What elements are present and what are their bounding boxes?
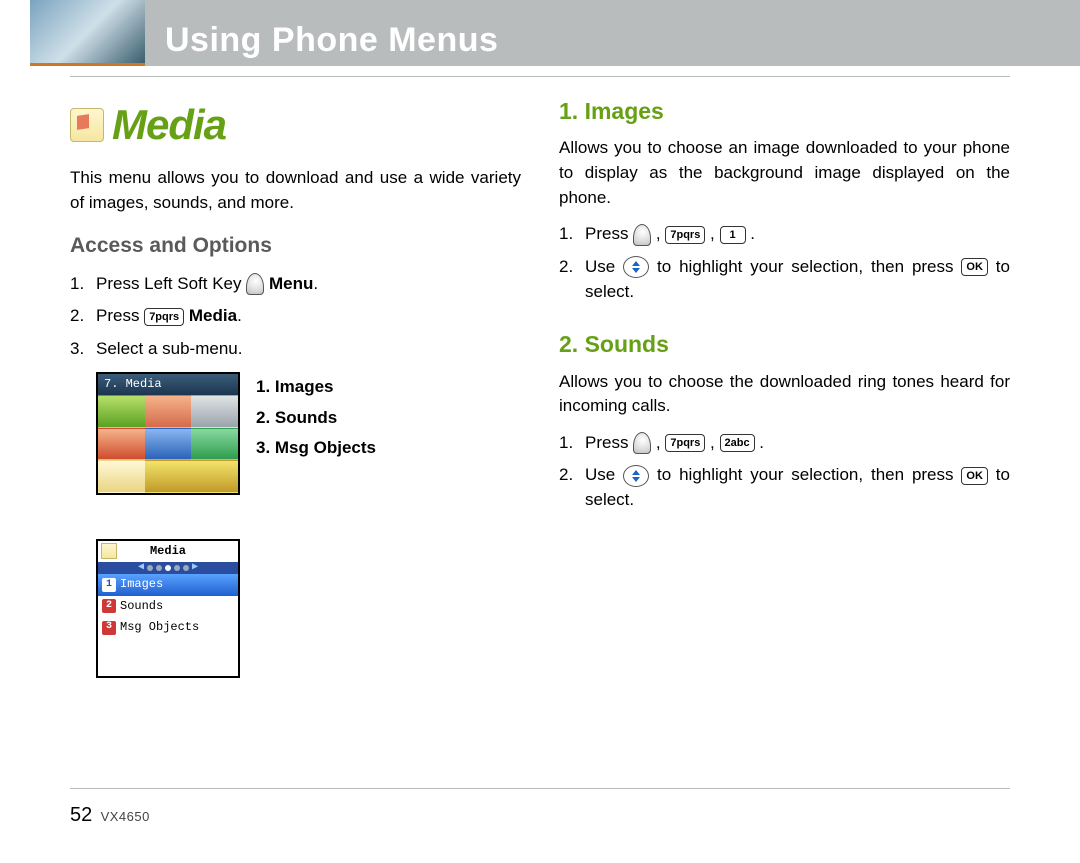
key-7: 7pqrs <box>665 434 705 452</box>
header-rule <box>70 76 1010 77</box>
images-step-2: Use to highlight your selection, then pr… <box>559 255 1010 304</box>
softkey-icon <box>633 432 651 454</box>
images-heading: 1. Images <box>559 95 1010 128</box>
key-7: 7pqrs <box>144 308 184 326</box>
ok-key: OK <box>961 258 988 276</box>
sounds-heading: 2. Sounds <box>559 328 1010 361</box>
model-number: VX4650 <box>101 809 150 824</box>
softkey-icon <box>246 273 264 295</box>
submenu-item-1: 1. Images <box>256 375 416 400</box>
sounds-desc: Allows you to choose the downloaded ring… <box>559 370 1010 419</box>
media-icon <box>70 108 104 142</box>
sounds-step-1: Press , 7pqrs , 2abc . <box>559 431 1010 456</box>
images-desc: Allows you to choose an image downloaded… <box>559 136 1010 210</box>
shot2-row-1: 1Images <box>98 574 238 595</box>
footer: 52 VX4650 <box>70 804 150 827</box>
media-heading: Media <box>112 95 226 156</box>
shot2-row-2: 2Sounds <box>98 596 238 617</box>
key-7: 7pqrs <box>665 226 705 244</box>
submenu-item-2: 2. Sounds <box>256 406 416 431</box>
access-step-2: Press 7pqrs Media. <box>70 304 521 329</box>
key-2: 2abc <box>720 434 755 452</box>
shot2-tabs: ◀ ▶ <box>98 562 238 574</box>
access-step-1: Press Left Soft Key Menu. <box>70 272 521 297</box>
phone-screenshot-list: Media ◀ ▶ 1Images 2Sounds 3Msg Objects <box>96 539 240 679</box>
header-bar: Using Phone Menus <box>145 0 1080 66</box>
shot2-row-3: 3Msg Objects <box>98 617 238 638</box>
shot2-title-text: Media <box>150 544 186 558</box>
page-number: 52 <box>70 804 92 826</box>
footer-rule <box>70 788 1010 789</box>
shot1-title: 7. Media <box>98 374 238 395</box>
ok-key: OK <box>961 467 988 485</box>
media-intro: This menu allows you to download and use… <box>70 166 521 215</box>
page-title: Using Phone Menus <box>165 21 498 60</box>
nav-key-icon <box>623 465 649 487</box>
nav-key-icon <box>623 256 649 278</box>
right-column: 1. Images Allows you to choose an image … <box>559 95 1010 690</box>
softkey-icon <box>633 224 651 246</box>
submenu-list: 1. Images 2. Sounds 3. Msg Objects <box>256 375 416 461</box>
access-step-3: Select a sub-menu. <box>70 337 521 362</box>
phone-screenshot-grid: 7. Media <box>96 372 240 495</box>
images-step-1: Press , 7pqrs , 1 . <box>559 222 1010 247</box>
sounds-step-2: Use to highlight your selection, then pr… <box>559 463 1010 512</box>
key-1: 1 <box>720 226 746 244</box>
access-heading: Access and Options <box>70 231 521 261</box>
shot2-title-icon <box>101 543 117 559</box>
submenu-item-3: 3. Msg Objects <box>256 436 416 461</box>
left-column: Media This menu allows you to download a… <box>70 95 521 690</box>
header-photo <box>30 0 145 66</box>
